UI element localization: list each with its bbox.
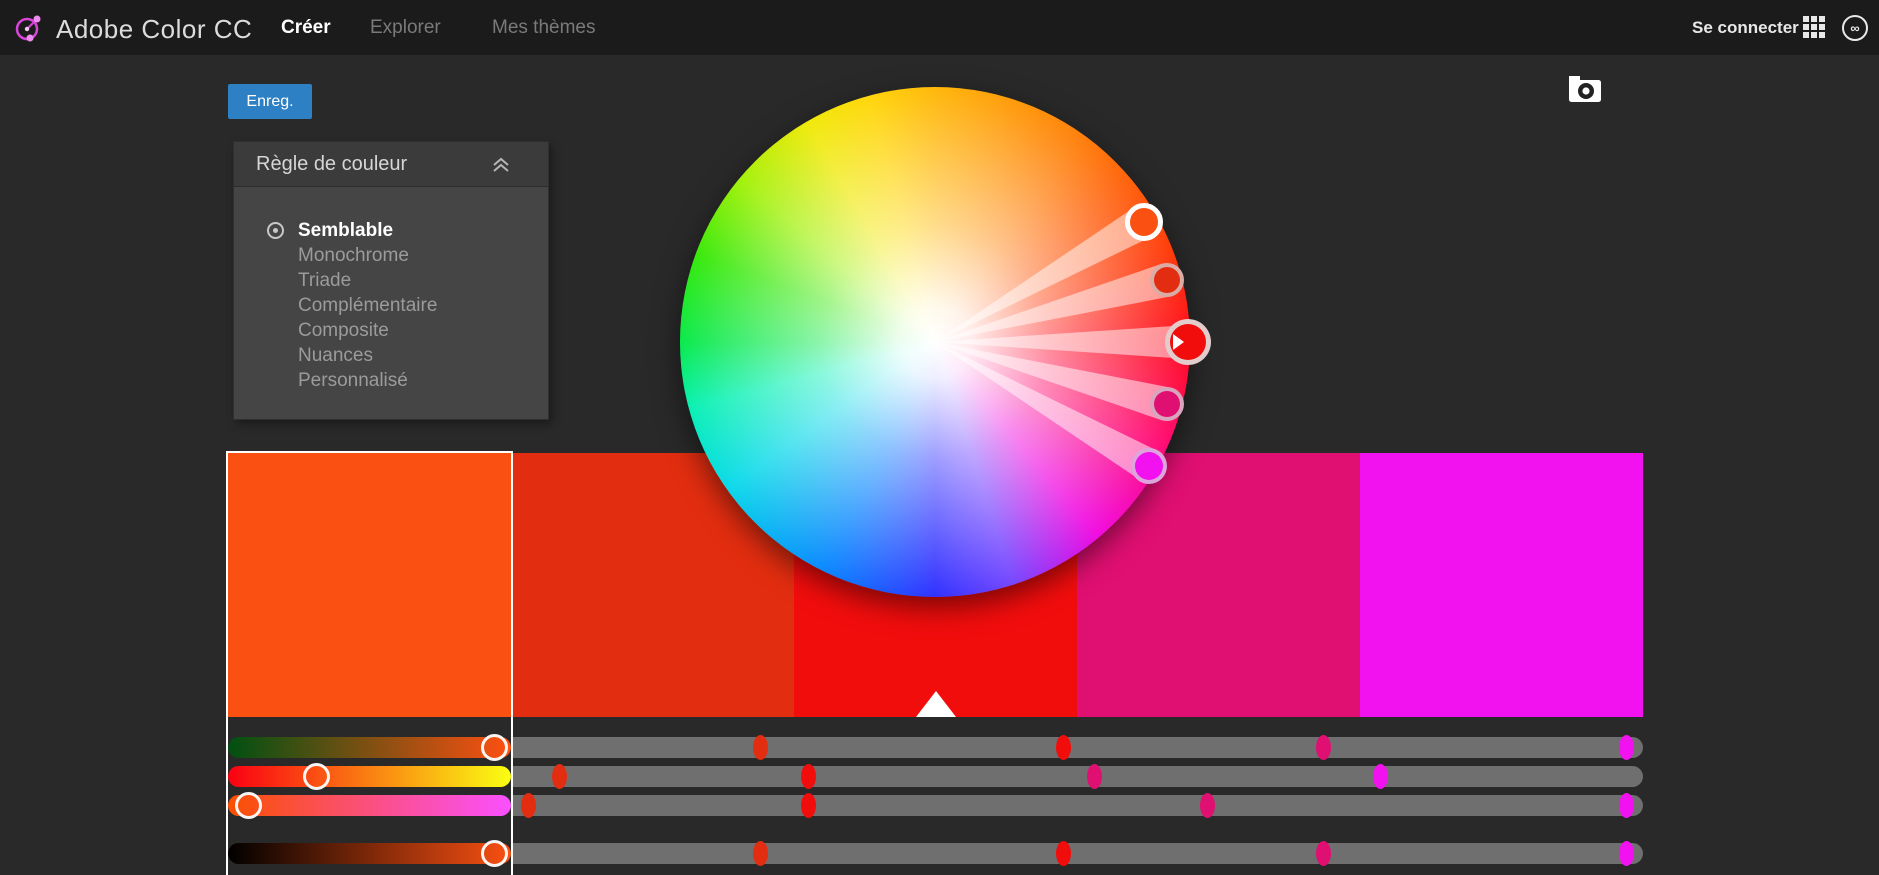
save-button[interactable]: Enreg. (228, 84, 312, 119)
wheel-handle-4[interactable] (1150, 387, 1184, 421)
color-rule-panel-header[interactable]: Règle de couleur (234, 142, 548, 187)
blue-slider-swatch-1[interactable] (228, 795, 511, 816)
brightness-slider-swatch-5[interactable] (1360, 843, 1643, 864)
rule-option-triade[interactable]: Triade (234, 268, 548, 293)
rule-option-label: Nuances (298, 345, 373, 367)
rule-option-complementaire[interactable]: Complémentaire (234, 293, 548, 318)
blue-slider-swatch-4[interactable] (1077, 795, 1360, 816)
wheel-handle-3[interactable] (1165, 319, 1211, 365)
navbar: Adobe Color CC Créer Explorer Mes thèmes S… (0, 0, 1879, 55)
slider-dot-handle[interactable] (1087, 764, 1102, 789)
blue-slider-swatch-3[interactable] (794, 795, 1077, 816)
rule-option-nuances[interactable]: Nuances (234, 343, 548, 368)
red-slider-swatch-3[interactable] (794, 737, 1077, 758)
green-slider-swatch-4[interactable] (1077, 766, 1360, 787)
red-slider-swatch-1[interactable] (228, 737, 511, 758)
slider-dot-handle[interactable] (801, 793, 816, 818)
brightness-slider-swatch-1[interactable] (228, 843, 511, 864)
brightness-slider-row (228, 843, 1643, 864)
rule-option-label: Triade (298, 270, 351, 292)
rule-option-semblable[interactable]: Semblable (234, 218, 548, 243)
base-handle-notch (1173, 334, 1184, 350)
green-slider-swatch-2[interactable] (511, 766, 794, 787)
color-wheel[interactable] (680, 87, 1190, 597)
slider-dot-handle[interactable] (521, 793, 536, 818)
slider-dot-handle[interactable] (1619, 841, 1634, 866)
creative-cloud-icon[interactable]: ∞ (1841, 14, 1869, 42)
slider-dot-handle[interactable] (1056, 735, 1071, 760)
brightness-slider-swatch-2[interactable] (511, 843, 794, 864)
slider-ring-handle[interactable] (481, 734, 508, 761)
wheel-handle-1[interactable] (1125, 203, 1163, 241)
red-slider-swatch-2[interactable] (511, 737, 794, 758)
brightness-slider-swatch-3[interactable] (794, 843, 1077, 864)
rule-option-label: Complémentaire (298, 295, 437, 317)
brightness-slider-swatch-4[interactable] (1077, 843, 1360, 864)
red-slider-row (228, 737, 1643, 758)
base-color-pointer (916, 691, 956, 717)
slider-dot-handle[interactable] (801, 764, 816, 789)
swatch-1[interactable] (228, 453, 511, 717)
slider-dot-handle[interactable] (1316, 735, 1331, 760)
slider-ring-handle[interactable] (481, 840, 508, 867)
radio-selected-icon (267, 222, 284, 239)
swatch-5[interactable] (1360, 453, 1643, 717)
tab-explorer[interactable]: Explorer (370, 0, 441, 55)
tab-mes-themes[interactable]: Mes thèmes (492, 0, 595, 55)
tab-creer[interactable]: Créer (281, 0, 331, 55)
sign-in-link[interactable]: Se connecter (1692, 0, 1799, 55)
app-title: Adobe Color CC (56, 14, 252, 45)
slider-dot-handle[interactable] (753, 735, 768, 760)
red-slider-swatch-5[interactable] (1360, 737, 1643, 758)
slider-dot-handle[interactable] (1200, 793, 1215, 818)
brand[interactable]: Adobe Color CC (12, 10, 252, 49)
slider-dot-handle[interactable] (1619, 793, 1634, 818)
adobe-color-logo-icon (12, 10, 46, 49)
wheel-handle-5[interactable] (1131, 448, 1167, 484)
slider-ring-handle[interactable] (303, 763, 330, 790)
slider-dot-handle[interactable] (552, 764, 567, 789)
slider-dot-handle[interactable] (1056, 841, 1071, 866)
rule-option-composite[interactable]: Composite (234, 318, 548, 343)
blue-slider-swatch-5[interactable] (1360, 795, 1643, 816)
red-slider-swatch-4[interactable] (1077, 737, 1360, 758)
slider-dot-handle[interactable] (1373, 764, 1388, 789)
green-slider-swatch-1[interactable] (228, 766, 511, 787)
blue-slider-row (228, 795, 1643, 816)
svg-text:∞: ∞ (1850, 21, 1859, 36)
rule-option-label: Monochrome (298, 245, 409, 267)
rule-option-monochrome[interactable]: Monochrome (234, 243, 548, 268)
rule-option-label: Composite (298, 320, 389, 342)
wheel-handle-2[interactable] (1150, 263, 1184, 297)
apps-grid-icon[interactable] (1803, 16, 1827, 40)
rule-option-personnalise[interactable]: Personnalisé (234, 368, 548, 393)
color-rule-panel-title: Règle de couleur (256, 153, 407, 176)
rule-option-label: Semblable (298, 220, 393, 242)
green-slider-swatch-5[interactable] (1360, 766, 1643, 787)
camera-icon[interactable] (1566, 74, 1604, 106)
green-slider-row (228, 766, 1643, 787)
slider-dot-handle[interactable] (1316, 841, 1331, 866)
green-slider-swatch-3[interactable] (794, 766, 1077, 787)
chevron-double-up-icon[interactable] (490, 156, 512, 179)
blue-slider-swatch-2[interactable] (511, 795, 794, 816)
slider-ring-handle[interactable] (235, 792, 262, 819)
color-rule-panel: Règle de couleur Semblable Monochrome Tria… (233, 141, 549, 420)
slider-dot-handle[interactable] (1619, 735, 1634, 760)
rule-option-label: Personnalisé (298, 370, 408, 392)
slider-dot-handle[interactable] (753, 841, 768, 866)
